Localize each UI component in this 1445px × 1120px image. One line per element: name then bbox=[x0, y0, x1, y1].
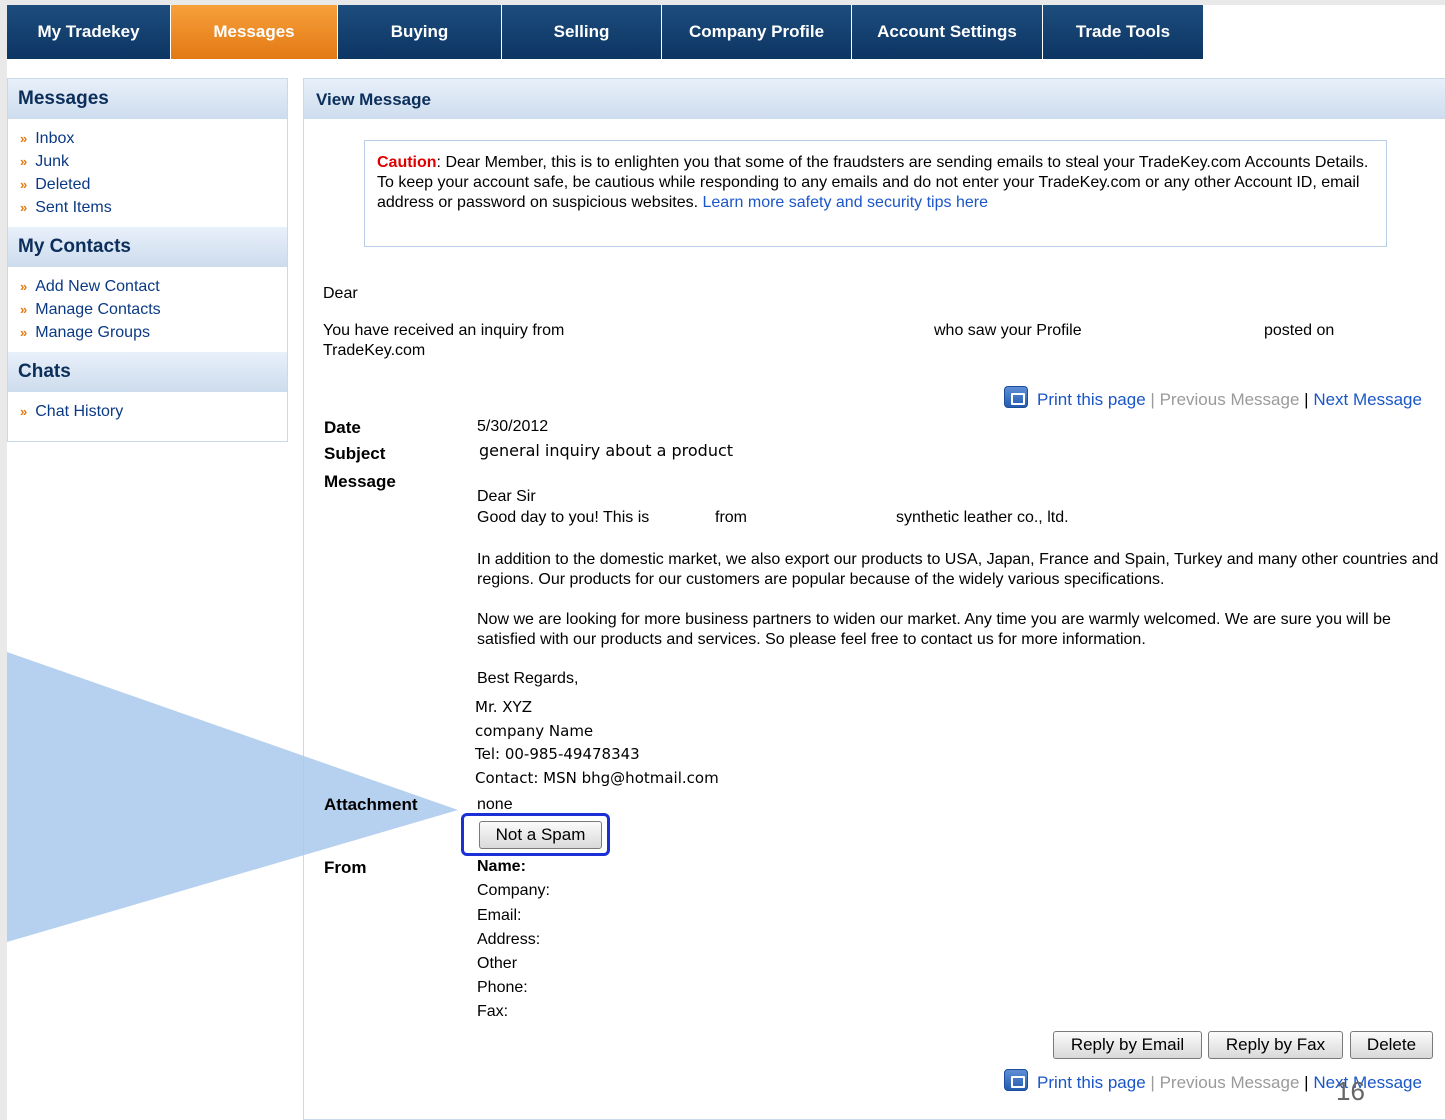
next-message-link[interactable]: Next Message bbox=[1313, 1073, 1422, 1092]
bullet-icon: » bbox=[20, 177, 28, 192]
sidebar-item-deleted[interactable]: » Deleted bbox=[20, 173, 277, 196]
sidebar-heading-chats: Chats bbox=[8, 352, 287, 392]
message-salutation: Dear Sir bbox=[477, 488, 536, 505]
print-icon[interactable] bbox=[1004, 1069, 1028, 1091]
message-label: Message bbox=[324, 472, 396, 491]
print-page-link[interactable]: Print this page bbox=[1037, 390, 1146, 409]
caution-notice: Caution: Dear Member, this is to enlight… bbox=[364, 140, 1387, 247]
greeting: Dear bbox=[323, 285, 358, 302]
message-line1-c: synthetic leather co., ltd. bbox=[896, 509, 1069, 526]
message-closing: Best Regards, bbox=[477, 670, 579, 687]
sidebar: Messages » Inbox » Junk » Deleted » Sent Ite… bbox=[7, 78, 288, 442]
subject-value: general inquiry about a product bbox=[479, 441, 734, 460]
sidebar-item-manage-contacts[interactable]: » Manage Contacts bbox=[20, 298, 277, 321]
bullet-icon: » bbox=[20, 154, 28, 169]
slide-number: 16 bbox=[1336, 1076, 1365, 1106]
page-title: View Message bbox=[304, 79, 1445, 119]
previous-message-link[interactable]: Previous Message bbox=[1160, 1073, 1300, 1092]
tab-buying[interactable]: Buying bbox=[338, 5, 502, 59]
bullet-icon: » bbox=[20, 404, 28, 419]
sidebar-contacts-list: » Add New Contact » Manage Contacts » Manag… bbox=[8, 267, 287, 352]
date-label: Date bbox=[324, 418, 361, 437]
inquiry-text: You have received an inquiry from bbox=[323, 322, 565, 339]
message-line1-b: from bbox=[715, 509, 747, 526]
sidebar-item-label: Deleted bbox=[35, 176, 91, 193]
from-fax: Fax: bbox=[477, 1003, 509, 1020]
message-paragraph-2: Now we are looking for more business par… bbox=[477, 611, 1391, 648]
message-paragraph-1: In addition to the domestic market, we a… bbox=[477, 551, 1439, 588]
sidebar-item-label: Manage Groups bbox=[35, 324, 150, 341]
signature-company: company Name bbox=[475, 722, 594, 740]
from-other: Other bbox=[477, 955, 518, 972]
sidebar-item-add-new-contact[interactable]: » Add New Contact bbox=[20, 275, 277, 298]
message-line1-a: Good day to you! This is bbox=[477, 509, 650, 526]
tab-account-settings[interactable]: Account Settings bbox=[852, 5, 1043, 59]
tab-messages[interactable]: Messages bbox=[171, 5, 338, 59]
caution-label: Caution bbox=[377, 154, 437, 171]
subject-label: Subject bbox=[324, 444, 386, 463]
reply-by-fax-button[interactable]: Reply by Fax bbox=[1208, 1031, 1343, 1059]
bullet-icon: » bbox=[20, 279, 28, 294]
from-label: From bbox=[324, 858, 367, 877]
sidebar-item-label: Add New Contact bbox=[35, 278, 160, 295]
delete-button[interactable]: Delete bbox=[1350, 1031, 1433, 1059]
previous-message-link[interactable]: Previous Message bbox=[1160, 390, 1300, 409]
sidebar-item-chat-history[interactable]: » Chat History bbox=[20, 400, 277, 423]
sidebar-chats-list: » Chat History bbox=[8, 392, 287, 431]
from-phone: Phone: bbox=[477, 979, 528, 996]
nav-separator: | bbox=[1304, 390, 1309, 409]
from-email: Email: bbox=[477, 907, 522, 924]
bullet-icon: » bbox=[20, 131, 28, 146]
print-icon[interactable] bbox=[1004, 386, 1028, 408]
signature-contact: Contact: MSN bhg@hotmail.com bbox=[475, 769, 719, 787]
reply-by-email-button[interactable]: Reply by Email bbox=[1053, 1031, 1202, 1059]
sidebar-item-label: Chat History bbox=[35, 403, 124, 420]
bullet-icon: » bbox=[20, 325, 28, 340]
attachment-value: none bbox=[477, 796, 513, 813]
bullet-icon: » bbox=[20, 200, 28, 215]
highlight-box bbox=[461, 813, 610, 856]
bullet-icon: » bbox=[20, 302, 28, 317]
next-message-link[interactable]: Next Message bbox=[1313, 390, 1422, 409]
sidebar-messages-list: » Inbox » Junk » Deleted » Sent Items bbox=[8, 119, 287, 227]
sidebar-item-label: Inbox bbox=[35, 130, 75, 147]
tab-selling[interactable]: Selling bbox=[502, 5, 662, 59]
signature-name: Mr. XYZ bbox=[475, 698, 532, 716]
posted-on-text: posted on bbox=[1264, 322, 1335, 339]
slide-frame-left bbox=[0, 0, 7, 1120]
site-name: TradeKey.com bbox=[323, 342, 426, 359]
sidebar-heading-contacts: My Contacts bbox=[8, 227, 287, 267]
top-nav: My Tradekey Messages Buying Selling Comp… bbox=[7, 5, 1204, 59]
sidebar-item-label: Manage Contacts bbox=[35, 301, 161, 318]
date-value: 5/30/2012 bbox=[477, 418, 549, 435]
tab-my-tradekey[interactable]: My Tradekey bbox=[7, 5, 171, 59]
sidebar-item-junk[interactable]: » Junk bbox=[20, 150, 277, 173]
sidebar-item-sent-items[interactable]: » Sent Items bbox=[20, 196, 277, 219]
nav-separator: | bbox=[1150, 1073, 1155, 1092]
tab-company-profile[interactable]: Company Profile bbox=[662, 5, 852, 59]
from-name: Name: bbox=[477, 858, 526, 875]
sidebar-heading-messages: Messages bbox=[8, 79, 287, 119]
from-company: Company: bbox=[477, 882, 550, 899]
sidebar-item-manage-groups[interactable]: » Manage Groups bbox=[20, 321, 277, 344]
message-nav-top: Print this page | Previous Message | Nex… bbox=[1004, 386, 1422, 410]
attachment-label: Attachment bbox=[324, 795, 418, 814]
signature-tel: Tel: 00-985-49478343 bbox=[475, 745, 640, 763]
print-page-link[interactable]: Print this page bbox=[1037, 1073, 1146, 1092]
sidebar-item-inbox[interactable]: » Inbox bbox=[20, 127, 277, 150]
tab-trade-tools[interactable]: Trade Tools bbox=[1043, 5, 1204, 59]
sidebar-item-label: Sent Items bbox=[35, 199, 112, 216]
sidebar-item-label: Junk bbox=[35, 153, 70, 170]
nav-separator: | bbox=[1150, 390, 1155, 409]
from-address: Address: bbox=[477, 931, 541, 948]
safety-tips-link[interactable]: Learn more safety and security tips here bbox=[703, 194, 988, 211]
saw-profile-text: who saw your Profile bbox=[934, 322, 1082, 339]
nav-separator: | bbox=[1304, 1073, 1309, 1092]
